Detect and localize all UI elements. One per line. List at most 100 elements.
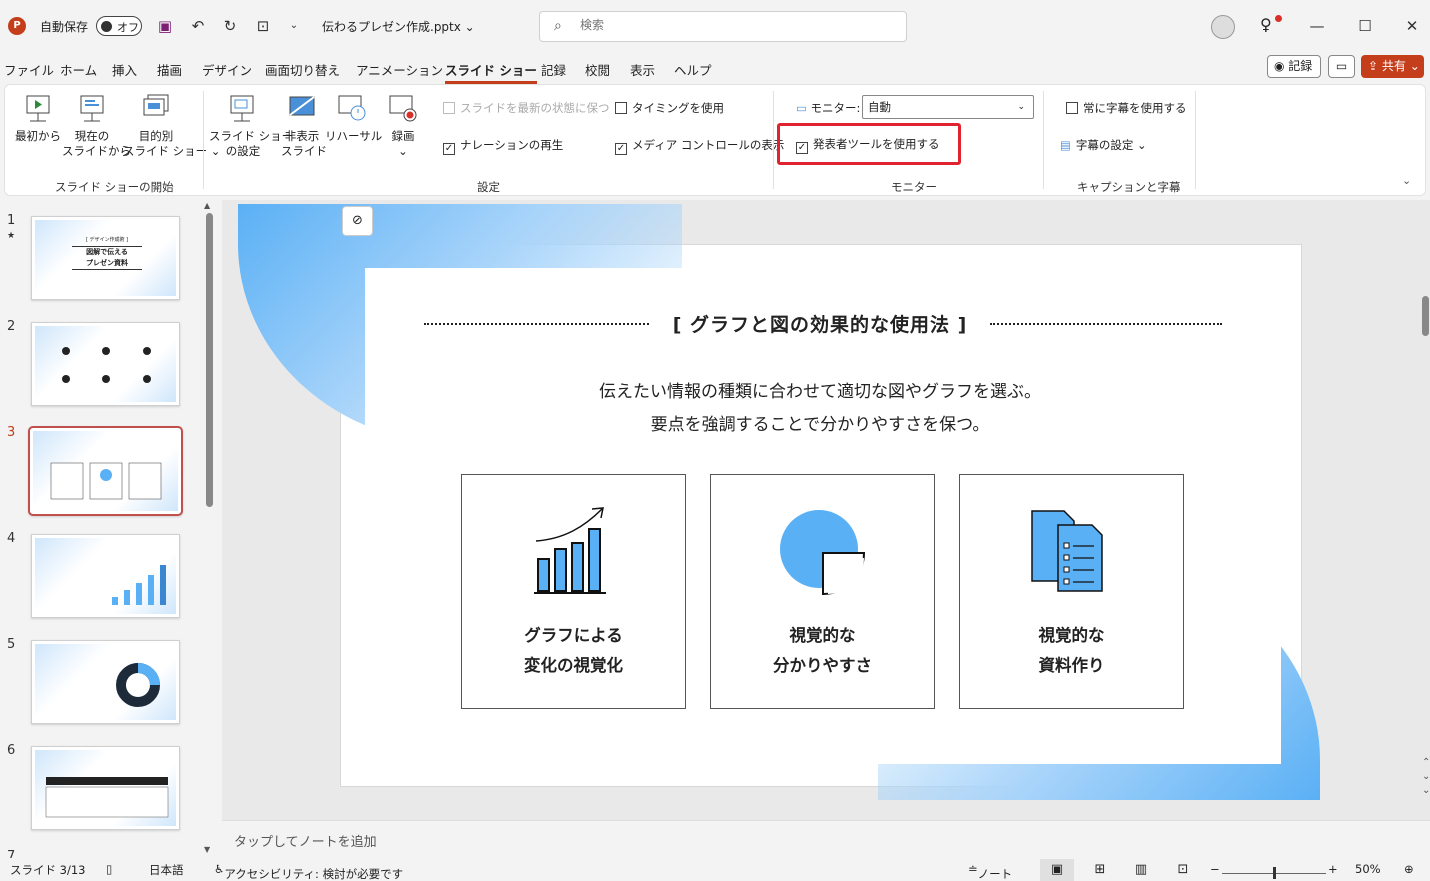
record-slideshow-icon xyxy=(389,95,417,122)
thumb-number: 1 xyxy=(7,213,16,228)
slide-sorter-button[interactable]: ⊞ xyxy=(1083,859,1117,881)
redo-icon[interactable]: ↻ xyxy=(219,15,241,37)
notes-toggle[interactable]: ≐ ノート xyxy=(968,862,1012,881)
rehearse-label: リハーサル xyxy=(325,129,383,143)
subtitle-settings-button[interactable]: ▤ 字幕の設定 ⌄ xyxy=(1060,137,1147,153)
monitors-group-label: モニター xyxy=(891,180,937,194)
tab-slideshow[interactable]: スライド ショー xyxy=(445,60,537,84)
thumb-number: 5 xyxy=(7,637,16,652)
chevron-down-icon: ⌄ xyxy=(1017,102,1025,112)
ribbon: 最初から 現在の スライドから 目的別 スライド ショー ⌄ スライド ショーの… xyxy=(4,84,1426,196)
feature-card-graph[interactable]: グラフによる 変化の視覚化 xyxy=(461,474,686,709)
separator xyxy=(203,91,204,189)
slide-thumbnail-5[interactable] xyxy=(31,640,180,724)
collapse-ribbon-icon[interactable]: ⌄ xyxy=(1402,174,1411,187)
monitor-select[interactable]: 自動 ⌄ xyxy=(862,95,1034,119)
record-button[interactable]: ◉ 記録 xyxy=(1267,55,1321,78)
scroll-down-icon[interactable]: ▼ xyxy=(204,845,210,854)
media-controls-checkbox[interactable]: ✓ メディア コントロールの表示 xyxy=(615,137,784,155)
custom-slideshow-icon xyxy=(143,94,169,116)
scroll-up-icon[interactable]: ▲ xyxy=(204,201,210,210)
zoom-in-button[interactable]: + xyxy=(1328,862,1338,876)
accessibility-text: アクセシビリティ: 検討が必要です xyxy=(224,867,404,881)
play-narrations-checkbox[interactable]: ✓ ナレーションの再生 xyxy=(443,137,563,155)
accessibility-status[interactable]: ♿ アクセシビリティ: 検討が必要です xyxy=(214,862,403,881)
comments-button[interactable]: ▭ xyxy=(1328,55,1355,78)
tab-help[interactable]: ヘルプ xyxy=(674,60,712,79)
hide-label-1: 非表示 xyxy=(284,129,320,143)
checkbox-box xyxy=(443,102,455,114)
tab-insert[interactable]: 挿入 xyxy=(112,60,137,79)
zoom-level[interactable]: 50% xyxy=(1355,862,1381,876)
undo-icon[interactable]: ↶ xyxy=(187,15,209,37)
setup-slideshow-button[interactable]: スライド ショー の設定 xyxy=(209,93,293,159)
use-timings-checkbox[interactable]: タイミングを使用 xyxy=(615,100,724,116)
file-name[interactable]: 伝わるプレゼン作成.pptx ⌄ xyxy=(322,18,475,35)
checkbox-box xyxy=(615,102,627,114)
keep-updated-checkbox[interactable]: スライドを最新の状態に保つ xyxy=(443,100,610,116)
fit-to-window-icon[interactable]: ⊕ xyxy=(1404,862,1414,876)
always-subtitles-checkbox[interactable]: 常に字幕を使用する xyxy=(1066,100,1187,116)
tab-file[interactable]: ファイル xyxy=(4,60,54,79)
reading-view-button[interactable]: ▥ xyxy=(1124,859,1158,881)
slide-subtitle-1[interactable]: 伝えたい情報の種類に合わせて適切な図やグラフを選ぶ。 xyxy=(460,377,1180,402)
tab-draw[interactable]: 描画 xyxy=(157,60,182,79)
media-controls-label: メディア コントロールの表示 xyxy=(632,138,785,152)
slide-title[interactable]: [ グラフと図の効果的な使用法 ] xyxy=(650,310,990,337)
minimize-button[interactable]: — xyxy=(1305,14,1329,38)
powerpoint-logo-icon: P xyxy=(8,17,26,35)
thumbnail-scroll-thumb[interactable] xyxy=(206,213,213,507)
highlight-box xyxy=(777,123,961,165)
rehearse-icon xyxy=(338,95,366,121)
close-button[interactable]: ✕ xyxy=(1400,14,1424,38)
tab-view[interactable]: 表示 xyxy=(630,60,655,79)
customize-toolbar-icon[interactable]: ⌄ xyxy=(283,15,305,37)
zoom-out-button[interactable]: − xyxy=(1210,862,1220,876)
autosave-toggle[interactable]: オフ xyxy=(96,16,142,36)
language-indicator[interactable]: 日本語 xyxy=(149,862,184,878)
tab-review[interactable]: 校閲 xyxy=(585,60,610,79)
notes-pane[interactable]: タップしてノートを追加 xyxy=(222,820,1430,857)
custom-slideshow-button[interactable]: 目的別 スライド ショー ⌄ xyxy=(123,93,220,159)
spellcheck-icon[interactable]: ▯ xyxy=(106,862,112,876)
slide-thumbnail-6[interactable] xyxy=(31,746,180,830)
present-icon[interactable]: ⊡ xyxy=(252,15,274,37)
thumb-title-1: [ デザイン作成術 ] xyxy=(85,237,129,243)
maximize-button[interactable]: ☐ xyxy=(1353,14,1377,38)
hide-slide-button[interactable]: 非表示 スライド xyxy=(281,93,327,159)
from-beginning-button[interactable]: 最初から xyxy=(15,93,61,144)
slide-thumbnail-2[interactable] xyxy=(31,322,180,406)
page-nav-icons[interactable]: ⌃ ⌄ ⌄ xyxy=(1422,756,1430,798)
slide-thumbnail-3[interactable] xyxy=(28,426,183,516)
lightbulb-icon[interactable]: ♀ xyxy=(1260,15,1272,34)
account-avatar[interactable] xyxy=(1211,15,1235,39)
slide-thumbnail-4[interactable] xyxy=(31,534,180,618)
slide-subtitle-2[interactable]: 要点を強調することで分かりやすさを保つ。 xyxy=(460,410,1180,435)
tab-home[interactable]: ホーム xyxy=(60,60,97,79)
rehearse-timings-button[interactable]: リハーサル xyxy=(325,93,383,144)
separator xyxy=(1043,91,1044,189)
copilot-icon[interactable]: ⊘ xyxy=(342,206,373,236)
thumbnail-text: [ デザイン作成術 ] 図解で伝える プレゼン資料 xyxy=(72,235,142,270)
editor-scroll-thumb[interactable] xyxy=(1422,296,1429,336)
normal-view-button[interactable]: ▣ xyxy=(1040,859,1074,881)
from-current-button[interactable]: 現在の スライドから xyxy=(62,93,131,159)
tab-record[interactable]: 記録 xyxy=(541,60,566,79)
share-button[interactable]: ⇪ 共有 ⌄ xyxy=(1361,55,1424,78)
slide-thumbnail-1[interactable]: [ デザイン作成術 ] 図解で伝える プレゼン資料 xyxy=(31,216,180,300)
feature-card-clarity[interactable]: 視覚的な 分かりやすさ xyxy=(710,474,935,709)
zoom-slider-knob[interactable] xyxy=(1273,867,1276,879)
tab-animations[interactable]: アニメーション xyxy=(356,60,443,79)
tab-design[interactable]: デザイン xyxy=(202,60,252,79)
save-icon[interactable]: ▣ xyxy=(154,15,176,37)
feature-card-documents[interactable]: 視覚的な 資料作り xyxy=(959,474,1184,709)
record-slideshow-button[interactable]: 録画 ⌄ xyxy=(385,93,421,159)
hide-label-2: スライド xyxy=(281,144,327,158)
autosave-state: オフ xyxy=(117,21,139,34)
tab-transitions[interactable]: 画面切り替え xyxy=(265,60,340,79)
thumbnail-dots xyxy=(62,347,151,383)
slideshow-view-button[interactable]: ⊡ xyxy=(1166,859,1200,881)
hide-slide-icon xyxy=(289,96,315,116)
search-input[interactable] xyxy=(580,18,880,32)
search-box[interactable]: ⌕ xyxy=(539,11,907,42)
